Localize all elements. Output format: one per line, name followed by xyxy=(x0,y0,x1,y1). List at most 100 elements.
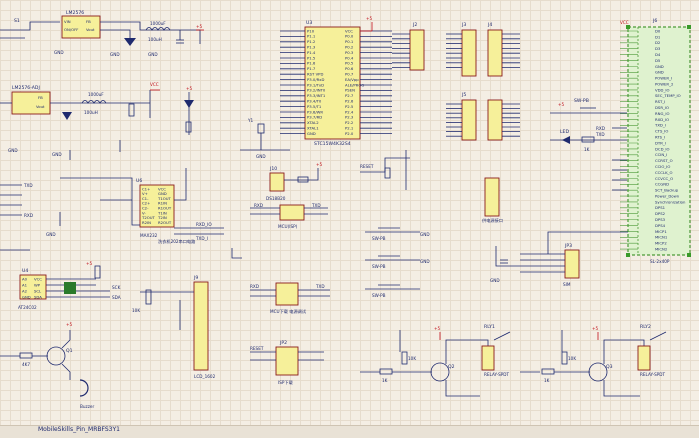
header-j5b xyxy=(487,99,503,141)
mcu-right-pin: P2.5 xyxy=(345,104,354,109)
transistor-q2 xyxy=(430,362,450,382)
j6-pin: POWER_2 xyxy=(655,81,674,86)
buzzer-label: Buzzer xyxy=(80,404,94,409)
mcu-left-pin: P1.2 xyxy=(307,39,316,44)
net-reset: RESET xyxy=(360,164,374,169)
switch-s7[interactable]: SW-PB xyxy=(365,227,420,241)
u4-right-pin: SCL xyxy=(34,288,42,293)
mcu-right-pin: P2.0 xyxy=(345,131,354,136)
j6-pin: RNG_IO xyxy=(655,111,669,116)
mcu-left-pin: P3.6/WR xyxy=(307,109,323,114)
j6-pin: DPS4 xyxy=(655,223,666,228)
mcu-right-pin: P0.0 xyxy=(345,34,354,39)
relay1-rb-value: 1K xyxy=(382,378,388,383)
lm2576adj-body xyxy=(11,91,51,115)
switch-s9[interactable]: SW-PB xyxy=(365,284,420,298)
u4-right-pin: WP xyxy=(34,282,41,287)
j6-pin: D3 xyxy=(655,46,661,51)
header-j5 xyxy=(461,99,477,141)
buzzer-b1 xyxy=(79,379,89,397)
net-txd-left: TXD xyxy=(23,183,33,188)
schematic-sheet: LM2576 VIN ON/OFF FB Vout 100uH 1000uF +… xyxy=(0,0,699,437)
net-rxd-left: RXD xyxy=(24,213,33,218)
cap-c2-value: 1000uF xyxy=(88,92,104,97)
j6-pin: TXD_I xyxy=(654,123,666,128)
header-j10 xyxy=(269,172,285,192)
header-jp3-name: SIM xyxy=(563,282,571,287)
gnd-label-2: GND xyxy=(110,52,120,57)
switch-s8[interactable]: SW-PB xyxy=(365,255,420,269)
relay-rly1-ref: RLY1 xyxy=(484,324,495,330)
lm2576-ref: LM2576 xyxy=(66,10,84,16)
serial-max232: U6 MAX232 洗衣机202串口电路 C1+V+C1-C2+C2-V-T2O… xyxy=(0,168,224,245)
header-jp2 xyxy=(275,346,299,376)
resistor-r-led xyxy=(185,121,192,133)
j6-pin: Synchronization xyxy=(655,199,686,204)
relay1-net: +5 xyxy=(434,326,441,331)
diode-d1 xyxy=(124,38,136,46)
mcu-right-pin: P0.3 xyxy=(345,50,354,55)
lcd-header-j9: J9 LCD_1602 10K xyxy=(132,275,216,379)
sw-gnd-2: GND xyxy=(420,259,430,264)
diode-d2 xyxy=(62,112,72,120)
j6-ref: J6 xyxy=(652,18,657,24)
mcu-name: STC15W4K32S4 xyxy=(314,141,351,147)
u4-left-pin: A0 xyxy=(22,276,28,281)
gnd-label-4: GND xyxy=(52,152,62,157)
u4-left-pin: A2 xyxy=(22,288,28,293)
transistor-q1 xyxy=(46,346,66,366)
j6-side-circuits: SW-PB +5 LED 1K RXD TXD xyxy=(550,98,627,191)
lm2576adj-ref: LM2576-ADJ xyxy=(12,85,40,91)
mcu-right-pin: P2.3 xyxy=(345,115,354,120)
relay-rly2-name: RELAY-SPDT xyxy=(640,372,666,377)
pin-headers: J2 J3 J4 J5 xyxy=(392,22,520,141)
gnd-label-1: GND xyxy=(54,50,64,55)
svg-text:SW-PB: SW-PB xyxy=(372,236,386,241)
lm2576-vout: Vout xyxy=(86,27,95,32)
lm2576-vin: VIN xyxy=(64,19,71,24)
relay1-r-value: 10K xyxy=(408,356,416,361)
net-rxd-io: RXD_IO xyxy=(196,222,212,227)
mcu-right-pin: P2.7 xyxy=(345,93,354,98)
mcu-right-pin: P2.2 xyxy=(345,120,354,125)
j6-pin: DPS1 xyxy=(655,205,666,210)
mcu-left-pin: P3.5/T1 xyxy=(307,104,322,109)
net-sck: SCK xyxy=(112,285,121,290)
mcu-ref: U3 xyxy=(306,20,312,26)
net-sda: SDA xyxy=(112,295,121,300)
header-j4 xyxy=(487,29,503,77)
svg-text:SW-PB: SW-PB xyxy=(372,293,386,298)
j6-pin: POWER_I xyxy=(655,76,672,81)
u4-right-pin: VCC xyxy=(34,276,42,281)
header-j10-name: DS18B20 xyxy=(266,196,286,201)
net-txd-j6: TXD xyxy=(595,132,605,137)
mcu-vcc-net: +5 xyxy=(366,16,373,21)
header-j2-ref: J2 xyxy=(412,22,417,28)
transistor-q2-label: Q2 xyxy=(448,364,455,370)
header-j11 xyxy=(484,177,500,217)
mcu-right-pin: VCC xyxy=(345,28,353,33)
net-rxd-j6: RXD xyxy=(596,126,605,131)
j6-pin: DPS3 xyxy=(655,217,666,222)
header-jp2-ref: JP2 xyxy=(279,340,287,346)
footer-text: MobileSkills_Pin_MRBFS3Y1 xyxy=(38,426,120,433)
header-j9 xyxy=(193,281,209,371)
u4-ref: U4 xyxy=(22,268,28,274)
mcu-right-pin: P0.5 xyxy=(345,61,354,66)
j6-pin: GND xyxy=(655,64,664,69)
max232-ref: U6 xyxy=(136,178,142,184)
j6-pin: CCGND xyxy=(655,182,669,187)
j6-vcc-net: VCC xyxy=(620,20,629,25)
relay-circuit-2: 1K 10K Q3 RLY2 RELAY-SPDT +5 xyxy=(520,324,667,397)
relay-rly2-ref: RLY2 xyxy=(640,324,651,330)
eeprom-u4: U4 AT24C02 A0A1A2GNDVCCWPSCLSDA +5 SCK S… xyxy=(18,261,121,310)
schematic-canvas: LM2576 VIN ON/OFF FB Vout 100uH 1000uF +… xyxy=(0,10,691,409)
u4-left-pin: GND xyxy=(22,294,31,299)
mcu-right-pin: P0.1 xyxy=(345,39,354,44)
mcu-left-pin: P3.2/INT0 xyxy=(307,88,326,93)
mcu-right-pin: P0.2 xyxy=(345,45,354,50)
mcu-right-pin: EA/Vpp xyxy=(345,77,359,82)
j6-pin: MICP2 xyxy=(655,241,667,246)
header-j10-ref: J10 xyxy=(269,166,277,172)
j6-pin: D1 xyxy=(655,34,661,39)
